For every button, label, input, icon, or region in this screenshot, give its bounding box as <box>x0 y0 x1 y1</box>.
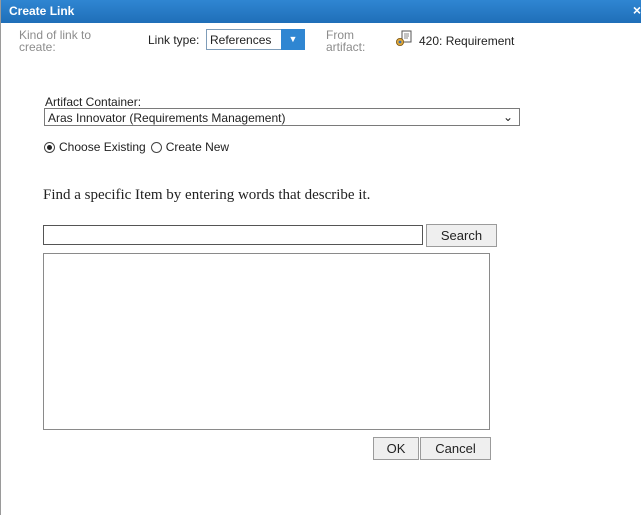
kind-of-link-label: Kind of link to create: <box>19 28 92 54</box>
chevron-down-icon[interactable]: ▼ <box>281 29 305 50</box>
dialog-title-bar: Create Link × <box>1 0 641 23</box>
choose-existing-radio[interactable] <box>44 141 55 153</box>
choose-existing-label[interactable]: Choose Existing <box>59 140 146 154</box>
create-new-radio[interactable] <box>150 141 162 153</box>
link-type-value: References <box>210 33 272 47</box>
link-options-bar: Kind of link to create: Link type: Refer… <box>1 23 641 75</box>
cancel-button[interactable]: Cancel <box>420 437 491 460</box>
artifact-container-label: Artifact Container: <box>45 95 142 109</box>
artifact-container-select[interactable]: Aras Innovator (Requirements Management)… <box>44 108 520 126</box>
close-icon[interactable]: × <box>633 2 641 18</box>
search-results-list[interactable] <box>43 253 490 430</box>
link-type-label: Link type: <box>148 33 200 47</box>
mode-radio-group: Choose Existing Create New <box>44 139 234 155</box>
from-artifact-label: From artifact: <box>326 28 366 54</box>
artifact-container-value: Aras Innovator (Requirements Management) <box>48 111 286 125</box>
create-new-label[interactable]: Create New <box>166 140 229 154</box>
dialog-title: Create Link <box>9 4 75 18</box>
create-link-dialog: Create Link × Kind of link to create: Li… <box>0 0 641 515</box>
link-type-select[interactable]: References ▼ <box>206 29 305 50</box>
artifact-name[interactable]: 420: Requirement <box>419 34 514 48</box>
search-button[interactable]: Search <box>426 224 497 247</box>
search-input[interactable] <box>43 225 423 245</box>
requirement-icon <box>396 30 412 46</box>
search-instruction: Find a specific Item by entering words t… <box>43 187 371 203</box>
ok-button[interactable]: OK <box>373 437 419 460</box>
chevron-down-icon: ⌄ <box>502 110 513 124</box>
